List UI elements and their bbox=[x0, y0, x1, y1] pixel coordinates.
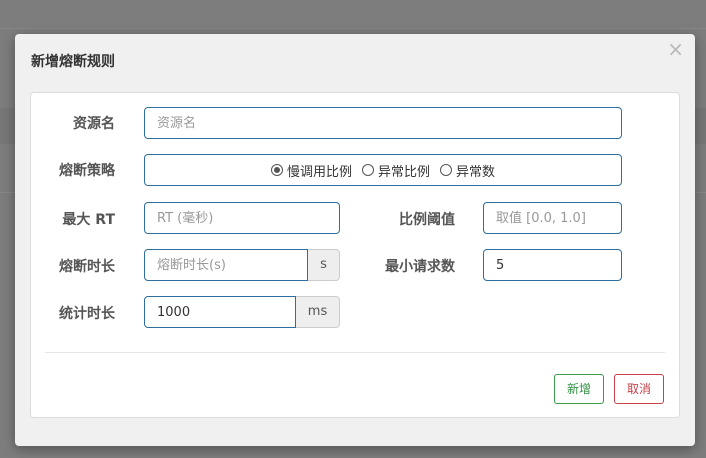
min-request-label: 最小请求数 bbox=[385, 259, 455, 275]
radio-unchecked-icon bbox=[361, 164, 374, 176]
radio-checked-icon bbox=[270, 164, 283, 176]
close-icon[interactable]: × bbox=[667, 39, 684, 59]
resource-name-input[interactable] bbox=[144, 107, 622, 139]
radio-label: 异常比例 bbox=[377, 164, 430, 180]
radio-label: 慢调用比例 bbox=[286, 164, 352, 180]
ratio-threshold-input[interactable] bbox=[483, 202, 622, 234]
radio-slow-call-ratio[interactable]: 慢调用比例 bbox=[270, 161, 352, 180]
stat-duration-input[interactable] bbox=[144, 296, 296, 328]
radio-label: 异常数 bbox=[456, 164, 496, 180]
form-panel: 资源名 熔断策略 慢调用比例 异常比例 异常数 最大 RT 比例阈值 熔断时长 bbox=[30, 92, 680, 418]
break-duration-unit: s bbox=[308, 249, 340, 281]
strategy-label: 熔断策略 bbox=[59, 163, 115, 179]
add-button[interactable]: 新增 bbox=[554, 374, 604, 404]
radio-exception-count[interactable]: 异常数 bbox=[440, 161, 495, 180]
max-rt-input[interactable] bbox=[144, 202, 340, 234]
resource-name-label: 资源名 bbox=[73, 116, 115, 132]
break-duration-input[interactable] bbox=[144, 249, 308, 281]
radio-unchecked-icon bbox=[440, 164, 452, 176]
max-rt-label: 最大 RT bbox=[62, 212, 115, 228]
new-circuit-breaker-rule-dialog: 新增熔断规则 × 资源名 熔断策略 慢调用比例 异常比例 异常数 最大 RT 比… bbox=[15, 34, 695, 446]
background-line bbox=[0, 28, 706, 29]
break-duration-label: 熔断时长 bbox=[59, 259, 115, 275]
footer-divider bbox=[45, 352, 665, 353]
dialog-title: 新增熔断规则 bbox=[31, 54, 115, 70]
radio-exception-ratio[interactable]: 异常比例 bbox=[361, 161, 430, 180]
stat-duration-label: 统计时长 bbox=[59, 306, 115, 322]
stat-duration-unit: ms bbox=[296, 296, 340, 328]
strategy-radio-group: 慢调用比例 异常比例 异常数 bbox=[144, 154, 622, 186]
cancel-button[interactable]: 取消 bbox=[614, 374, 664, 404]
min-request-input[interactable] bbox=[483, 249, 622, 281]
ratio-threshold-label: 比例阈值 bbox=[399, 212, 455, 228]
